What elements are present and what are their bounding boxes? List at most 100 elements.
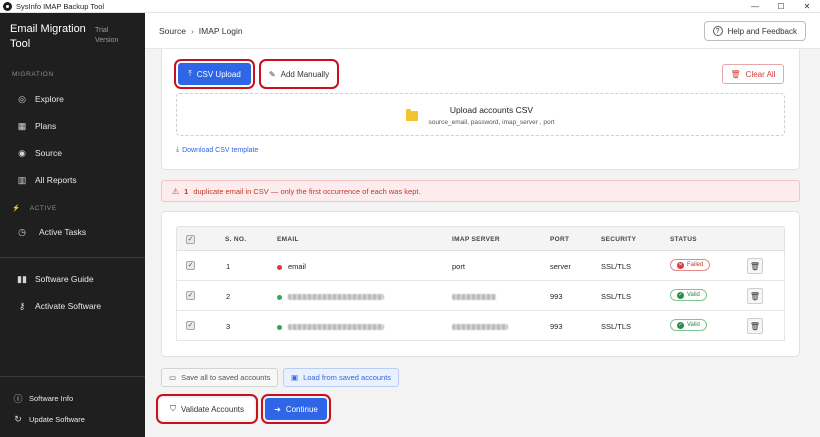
error-icon: ✕: [677, 261, 684, 269]
cell-security: SSL/TLS: [601, 292, 632, 301]
row-checkbox[interactable]: ✓: [186, 261, 195, 270]
redacted-email: [288, 324, 384, 331]
col-status: STATUS: [670, 236, 697, 243]
duplicate-alert: ⚠ 1 duplicate email in CSV — only the fi…: [161, 180, 800, 202]
alert-message: duplicate email in CSV — only the first …: [193, 186, 421, 196]
sidebar-divider: [0, 257, 145, 258]
app-logo-icon: [3, 1, 12, 11]
csv-upload-button[interactable]: ⤒ CSV Upload: [174, 59, 255, 89]
cell-security: SSL/TLS: [601, 262, 632, 271]
col-email: EMAIL: [277, 236, 299, 243]
key-icon: ⚷: [18, 300, 26, 311]
cell-imap-server: port: [452, 262, 465, 271]
continue-button[interactable]: ➜ Continue: [261, 394, 331, 424]
clock-icon: ◷: [18, 226, 26, 237]
window-controls: — ☐ ✕: [742, 0, 820, 13]
source-icon: ◉: [18, 147, 26, 158]
sidebar-divider: [0, 376, 145, 377]
validate-accounts-button[interactable]: ⛉ Validate Accounts: [156, 394, 258, 424]
section-migration: MIGRATION: [12, 71, 54, 78]
brand-title: Email Migration Tool: [10, 23, 86, 50]
cell-email: email: [277, 262, 306, 271]
cell-email: [277, 322, 384, 331]
maximize-button[interactable]: ☐: [768, 0, 794, 13]
book-icon: ▮▮: [17, 273, 27, 284]
check-icon: ✓: [677, 321, 684, 329]
drop-title: Upload accounts CSV: [449, 105, 534, 115]
check-icon: ✓: [677, 291, 684, 299]
save-all-button[interactable]: ▭ Save all to saved accounts: [161, 368, 279, 387]
delete-row-button[interactable]: 🗑: [747, 288, 763, 304]
sidebar-item-label: Plans: [35, 121, 57, 131]
sidebar-item-label: Software Guide: [35, 274, 94, 284]
add-manually-button[interactable]: ✎ Add Manually: [259, 59, 339, 89]
table-body: ✓ 1 email port server SSL/TLS ✕ Failed 🗑 ✓ 2 993 SSL…: [176, 251, 785, 341]
sidebar-item-plans[interactable]: ▦ Plans: [16, 119, 57, 133]
sidebar-item-label: Activate Software: [35, 301, 102, 311]
clear-all-button[interactable]: 🗑 Clear All: [722, 64, 784, 84]
sidebar-item-software-info[interactable]: ⓘ Software Info: [12, 391, 73, 405]
status-dot: [277, 324, 282, 330]
redacted-server: [452, 324, 508, 331]
warning-icon: ⚠: [172, 186, 180, 196]
breadcrumb-source[interactable]: Source: [159, 26, 186, 36]
help-feedback-label: Help and Feedback: [727, 26, 797, 36]
cell-port: 993: [550, 322, 563, 331]
section-active: ⚡ ACTIVE: [12, 205, 57, 212]
row-checkbox[interactable]: ✓: [186, 321, 195, 330]
cell-imap-server: [452, 322, 508, 331]
drop-subtitle: source_email, password, imap_server , po…: [428, 119, 555, 126]
sidebar-item-reports[interactable]: ▥ All Reports: [16, 173, 77, 187]
sidebar: Email Migration Tool Trial Version MIGRA…: [0, 13, 145, 437]
select-all-checkbox[interactable]: ✓: [186, 235, 195, 244]
compass-icon: ◎: [18, 93, 26, 104]
delete-row-button[interactable]: 🗑: [747, 318, 763, 334]
upload-icon: ⤒: [188, 69, 192, 78]
sidebar-item-label: Source: [35, 148, 62, 158]
sidebar-item-label: Explore: [35, 94, 64, 104]
bolt-icon: ⚡: [12, 205, 21, 212]
sidebar-item-label: Active Tasks: [39, 227, 87, 237]
trash-icon: 🗑: [749, 321, 761, 331]
accounts-table: ✓ S. NO. EMAIL IMAP SERVER PORT SECURITY…: [176, 226, 785, 341]
sidebar-item-explore[interactable]: ◎ Explore: [16, 92, 64, 106]
cell-imap-server: [452, 292, 496, 301]
row-checkbox[interactable]: ✓: [186, 291, 195, 300]
delete-row-button[interactable]: 🗑: [747, 258, 763, 274]
status-dot: [277, 264, 282, 270]
table-row: ✓ 1 email port server SSL/TLS ✕ Failed 🗑: [176, 251, 785, 281]
load-saved-button[interactable]: ▣ Load from saved accounts: [283, 368, 400, 387]
load-icon: ▣: [291, 373, 299, 382]
sidebar-item-label: Update Software: [29, 414, 85, 424]
download-icon: ⤓: [176, 146, 180, 153]
trial-label: Trial Version: [95, 27, 119, 44]
col-imap-server: IMAP SERVER: [452, 236, 500, 243]
download-csv-template-link[interactable]: ⤓ Download CSV template: [176, 146, 258, 154]
sidebar-item-source[interactable]: ◉ Source: [16, 146, 62, 160]
sidebar-item-activate-software[interactable]: ⚷ Activate Software: [16, 299, 101, 313]
trash-icon: 🗑: [730, 69, 741, 79]
minimize-button[interactable]: —: [742, 0, 768, 13]
cell-email: [277, 292, 384, 301]
shield-icon: ⛉: [169, 404, 176, 413]
cell-port: server: [550, 262, 571, 271]
sidebar-item-label: Software Info: [29, 393, 74, 403]
cell-sno: 3: [226, 322, 231, 331]
question-icon: ?: [712, 26, 723, 36]
trash-icon: 🗑: [749, 291, 761, 301]
sidebar-item-active-tasks[interactable]: ◷ Active Tasks: [16, 225, 86, 239]
col-sno: S. NO.: [225, 236, 247, 243]
csv-drop-zone[interactable]: Upload accounts CSV source_email, passwo…: [176, 93, 785, 136]
col-security: SECURITY: [601, 236, 637, 243]
sidebar-item-update-software[interactable]: ↻ Update Software: [12, 412, 85, 426]
status-badge: ✓ Valid: [670, 319, 707, 331]
save-icon: ▭: [169, 373, 177, 382]
refresh-icon: ↻: [14, 413, 22, 424]
help-feedback-button[interactable]: ? Help and Feedback: [703, 21, 806, 41]
status-dot: [277, 294, 282, 300]
title-bar: SysInfo IMAP Backup Tool — ☐ ✕: [0, 0, 820, 13]
grid-icon: ▦: [17, 120, 27, 131]
cell-sno: 1: [226, 262, 231, 271]
close-button[interactable]: ✕: [794, 0, 820, 13]
sidebar-item-software-guide[interactable]: ▮▮ Software Guide: [16, 272, 94, 286]
